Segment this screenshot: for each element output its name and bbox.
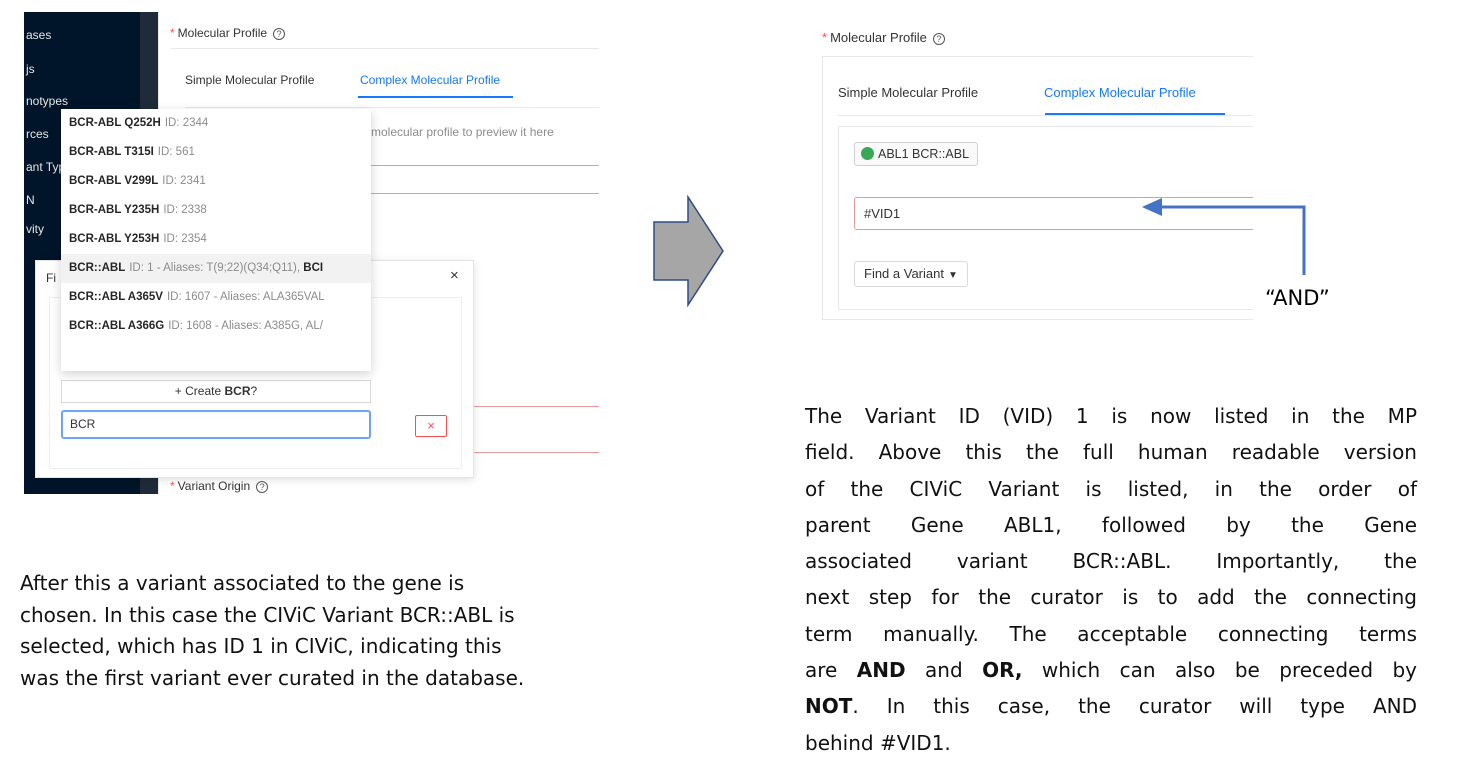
sidebar-item-fragment[interactable]: notypes xyxy=(26,94,68,108)
active-tab-indicator xyxy=(358,96,513,98)
left-screenshot: ases js notypes rces ant Typ N vity ue i… xyxy=(24,12,599,494)
caption-line: are AND and OR, which can also be preced… xyxy=(805,658,1417,683)
and-annotation: “AND” xyxy=(1265,286,1330,310)
left-caption: After this a variant associated to the g… xyxy=(20,568,640,694)
tab-bar-divider xyxy=(185,107,599,108)
sidebar-item-fragment[interactable]: ases xyxy=(26,28,51,42)
error-underline xyxy=(371,165,599,166)
globe-icon xyxy=(861,147,874,160)
sidebar-item-fragment[interactable]: N xyxy=(26,193,35,207)
find-variant-button[interactable]: Find a Variant ▼ xyxy=(854,261,968,287)
caption-line: of the CIViC Variant is listed, in the o… xyxy=(805,476,1417,501)
tab-simple-molecular-profile[interactable]: Simple Molecular Profile xyxy=(185,73,314,87)
tab-simple-molecular-profile[interactable]: Simple Molecular Profile xyxy=(838,85,978,100)
tab-complex-molecular-profile[interactable]: Complex Molecular Profile xyxy=(360,73,500,87)
caption-line: NOT. In this case, the curator will type… xyxy=(805,694,1417,719)
callout-arrow-icon xyxy=(1142,198,1306,275)
sidebar-item-fragment[interactable]: js xyxy=(26,62,35,76)
dropdown-option[interactable]: BCR::ABL A365V ID: 1607 - Aliases: ALA365… xyxy=(61,283,371,312)
caption-line: selected, which has ID 1 in CIViC, indic… xyxy=(20,634,502,658)
variant-dropdown: BCR-ABL Q252H ID: 2344 BCR-ABL T315I ID: 5… xyxy=(61,109,371,371)
caption-line: chosen. In this case the CIViC Variant B… xyxy=(20,602,515,627)
molecular-profile-label: * Molecular Profile? xyxy=(822,30,945,45)
caption-line: The Variant ID (VID) 1 is now listed in … xyxy=(805,404,1417,428)
molecular-profile-label: * Molecular Profile? xyxy=(170,26,286,40)
variant-search-input[interactable]: BCR xyxy=(61,410,371,439)
help-icon[interactable]: ? xyxy=(273,28,286,40)
preview-hint: molecular profile to preview it here xyxy=(371,125,554,139)
caption-line: behind #VID1. xyxy=(805,730,951,755)
dropdown-option-selected[interactable]: BCR::ABL ID: 1 - Aliases: T(9;22)(Q34;Q11… xyxy=(61,254,371,283)
close-icon[interactable]: × xyxy=(450,267,459,284)
right-arrow-icon xyxy=(653,195,724,308)
dropdown-option[interactable]: BCR::ABL A366G ID: 1608 - Aliases: A385G,… xyxy=(61,312,371,341)
divider xyxy=(171,48,599,49)
help-icon[interactable]: ? xyxy=(256,481,269,493)
caption-line: field. Above this the full human readabl… xyxy=(805,440,1417,465)
help-icon[interactable]: ? xyxy=(932,33,945,45)
sidebar-item-fragment[interactable]: vity xyxy=(26,222,44,236)
sidebar-item-fragment[interactable]: rces xyxy=(26,127,49,141)
sidebar-item-fragment[interactable]: ant Typ xyxy=(26,160,65,174)
dropdown-option[interactable]: BCR-ABL Q252H ID: 2344 xyxy=(61,109,371,138)
create-variant-button[interactable]: + Create BCR? xyxy=(61,380,371,403)
tab-bar-divider xyxy=(838,115,1253,116)
tab-complex-molecular-profile[interactable]: Complex Molecular Profile xyxy=(1044,85,1196,100)
right-caption: The Variant ID (VID) 1 is now listed in … xyxy=(805,398,1417,761)
caption-line: next step for the curator is to add the … xyxy=(805,585,1417,610)
dropdown-option[interactable]: BCR-ABL T315I ID: 561 xyxy=(61,138,371,167)
caption-line: After this a variant associated to the g… xyxy=(20,571,465,595)
variant-tag[interactable]: ABL1 BCR::ABL xyxy=(854,142,979,166)
modal-title: Fi xyxy=(46,271,56,285)
error-underline xyxy=(371,193,599,194)
caret-down-icon: ▼ xyxy=(947,270,958,281)
caption-line: associated variant BCR::ABL. Importantly… xyxy=(805,549,1417,574)
caption-line: term manually. The acceptable connecting… xyxy=(805,621,1417,646)
caption-line: was the first variant ever curated in th… xyxy=(20,665,525,690)
dropdown-option[interactable]: BCR-ABL Y235H ID: 2338 xyxy=(61,196,371,225)
dropdown-option[interactable]: BCR-ABL V299L ID: 2341 xyxy=(61,167,371,196)
variant-origin-label: * Variant Origin? xyxy=(170,479,269,493)
caption-line: parent Gene ABL1, followed by the Gene xyxy=(805,512,1417,537)
dropdown-option[interactable]: BCR-ABL Y253H ID: 2354 xyxy=(61,225,371,254)
clear-button[interactable]: × xyxy=(415,415,447,437)
